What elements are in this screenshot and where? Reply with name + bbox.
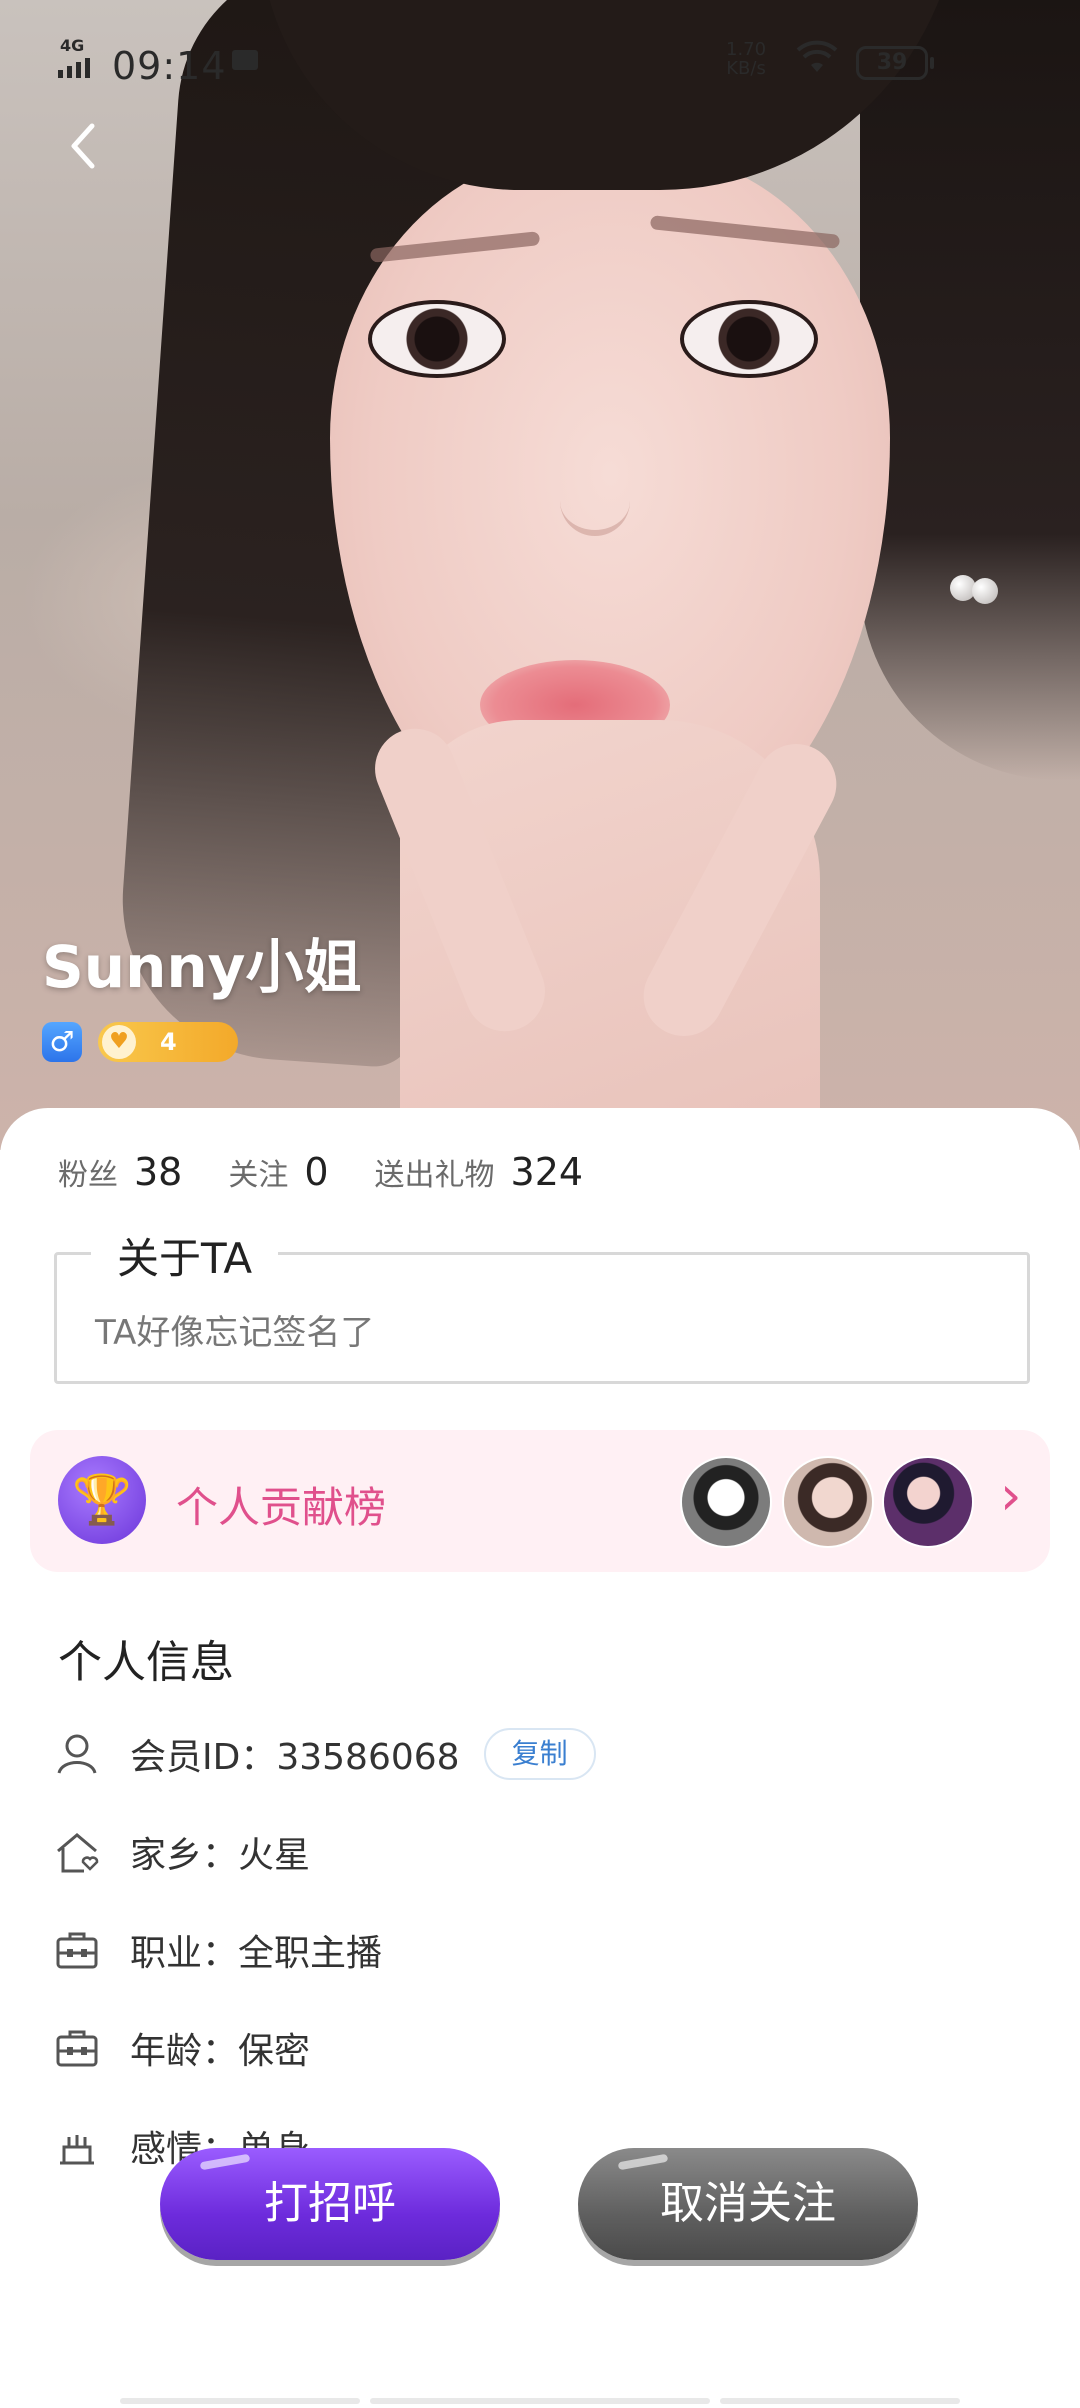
camera-icon: [232, 50, 258, 70]
nav-indicator: [120, 2398, 360, 2404]
user-icon: [54, 1731, 100, 1777]
chevron-left-icon: [71, 123, 95, 169]
unfollow-button[interactable]: 取消关注: [578, 2148, 918, 2260]
age: 年龄：保密: [130, 2031, 311, 2072]
profile-name: Sunny小姐: [42, 933, 362, 1001]
member-id: 会员ID：33586068: [130, 1737, 460, 1778]
level-badge: ♥ 4: [98, 1022, 238, 1062]
nav-indicator: [370, 2398, 710, 2404]
briefcase-icon: [54, 1927, 100, 1973]
following-label: 关注: [228, 1158, 289, 1193]
trophy-icon: [58, 1456, 146, 1544]
avatar: [680, 1456, 772, 1548]
hometown-row: 家乡：火星: [54, 1822, 310, 1882]
avatar: [882, 1456, 974, 1548]
contribution-label: 个人贡献榜: [176, 1483, 387, 1532]
contribution-ranking[interactable]: 个人贡献榜 ›: [30, 1430, 1050, 1572]
personal-info-title: 个人信息: [58, 1637, 234, 1688]
gender-badge: ♂: [42, 1022, 82, 1062]
hometown: 家乡：火星: [130, 1835, 311, 1876]
about-section: 关于TA TA好像忘记签名了: [54, 1225, 1030, 1384]
home-icon: [54, 1829, 100, 1875]
clock: 09:14: [112, 44, 227, 88]
briefcase-icon: [54, 2025, 100, 2071]
age-row: 年龄：保密: [54, 2018, 310, 2078]
status-bar: 4G 09:14 1.70 KB/s 39: [0, 0, 1080, 120]
wifi-icon: [796, 40, 838, 72]
greet-button[interactable]: 打招呼: [160, 2148, 500, 2260]
avatar: [782, 1456, 874, 1548]
profile-photo: 4G 09:14 1.70 KB/s 39 Sunny小姐 ♂ ♥ 4: [0, 0, 1080, 1150]
job-row: 职业：全职主播: [54, 1920, 382, 1980]
gifts-count: 324: [510, 1150, 584, 1194]
copy-button[interactable]: 复制: [483, 1728, 596, 1780]
chevron-right-icon: ›: [1000, 1464, 1022, 1527]
about-signature: TA好像忘记签名了: [95, 1313, 375, 1353]
nav-indicator: [720, 2398, 960, 2404]
about-title: 关于TA: [91, 1225, 279, 1286]
heart-icon: ♥: [102, 1025, 136, 1059]
fans-count: 38: [134, 1150, 183, 1194]
member-id-row: 会员ID：33586068 复制: [54, 1724, 596, 1784]
network-type: 4G: [60, 36, 85, 55]
following-count: 0: [304, 1150, 329, 1194]
profile-badges: ♂ ♥ 4: [42, 1022, 238, 1062]
fans-label: 粉丝: [58, 1158, 118, 1193]
back-button[interactable]: [62, 120, 106, 172]
cake-icon: [54, 2123, 100, 2169]
stats-row: 粉丝 38 关注 0 送出礼物 324: [58, 1150, 583, 1194]
signal-icon: [58, 58, 90, 78]
battery-indicator: 39: [856, 46, 934, 80]
network-speed: 1.70 KB/s: [726, 39, 767, 79]
gifts-label: 送出礼物: [374, 1158, 495, 1193]
occupation: 职业：全职主播: [130, 1933, 383, 1974]
